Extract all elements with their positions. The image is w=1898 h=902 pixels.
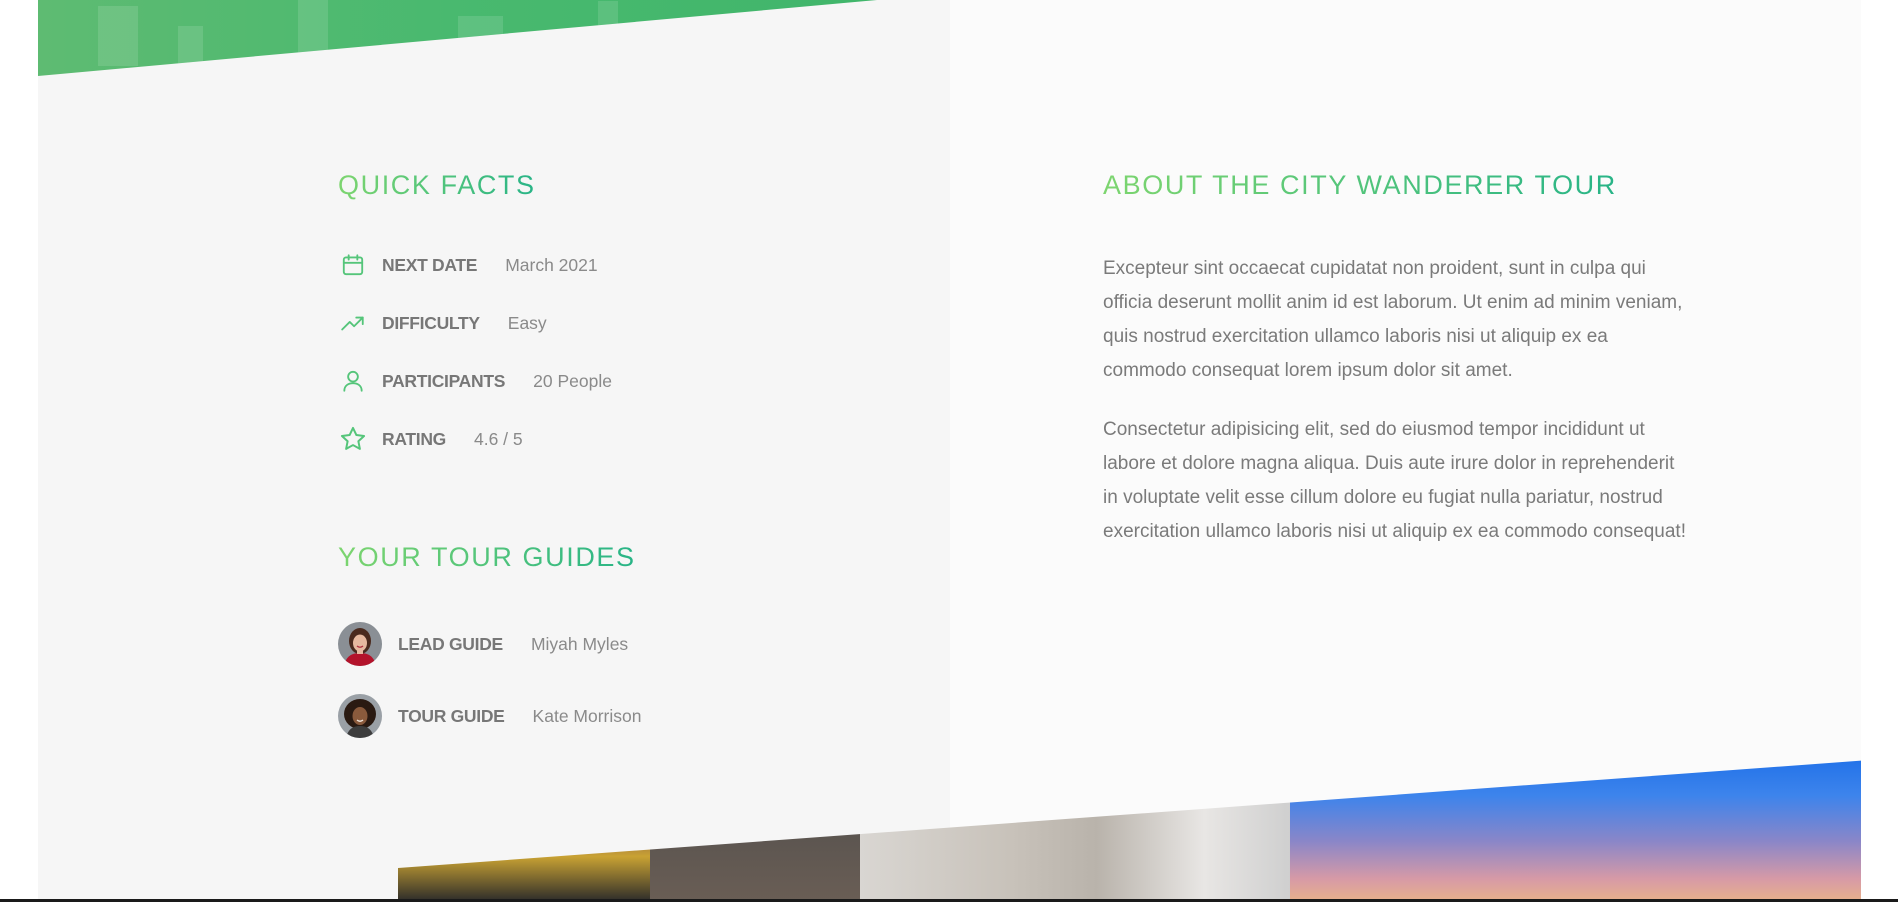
avatar bbox=[338, 694, 382, 738]
tour-guides-heading: YOUR TOUR GUIDES bbox=[338, 542, 636, 572]
calendar-icon bbox=[338, 250, 368, 280]
guide-role: LEAD GUIDE bbox=[398, 633, 503, 654]
fact-value: Easy bbox=[507, 312, 547, 333]
tour-detail-page: QUICK FACTS NEXT DATE March 2021 DIFFICU… bbox=[38, 0, 1861, 902]
guide-name: Kate Morrison bbox=[532, 705, 642, 726]
trending-up-icon bbox=[338, 308, 368, 338]
user-icon bbox=[338, 366, 368, 396]
fact-label: RATING bbox=[382, 428, 446, 449]
fact-value: March 2021 bbox=[505, 254, 598, 275]
fact-label: DIFFICULTY bbox=[382, 312, 480, 333]
about-paragraph: Excepteur sint occaecat cupidatat non pr… bbox=[1103, 258, 1683, 381]
guide-tour: TOUR GUIDE Kate Morrison bbox=[338, 694, 641, 738]
fact-label: NEXT DATE bbox=[382, 254, 478, 275]
about-heading: ABOUT THE CITY WANDERER TOUR bbox=[1103, 170, 1617, 200]
fact-value: 20 People bbox=[533, 370, 612, 391]
fact-difficulty: DIFFICULTY Easy bbox=[338, 308, 547, 338]
guide-role: TOUR GUIDE bbox=[398, 705, 505, 726]
guide-name: Miyah Myles bbox=[530, 633, 629, 654]
fact-label: PARTICIPANTS bbox=[382, 370, 506, 391]
fact-value: 4.6 / 5 bbox=[473, 428, 523, 449]
avatar bbox=[338, 622, 382, 666]
guide-lead: LEAD GUIDE Miyah Myles bbox=[338, 622, 628, 666]
fact-participants: PARTICIPANTS 20 People bbox=[338, 366, 612, 396]
fact-rating: RATING 4.6 / 5 bbox=[338, 424, 523, 454]
fact-next-date: NEXT DATE March 2021 bbox=[338, 250, 598, 280]
quick-facts-heading: QUICK FACTS bbox=[338, 170, 536, 200]
star-icon bbox=[338, 424, 368, 454]
about-paragraph: Consectetur adipisicing elit, sed do eiu… bbox=[1103, 419, 1686, 542]
